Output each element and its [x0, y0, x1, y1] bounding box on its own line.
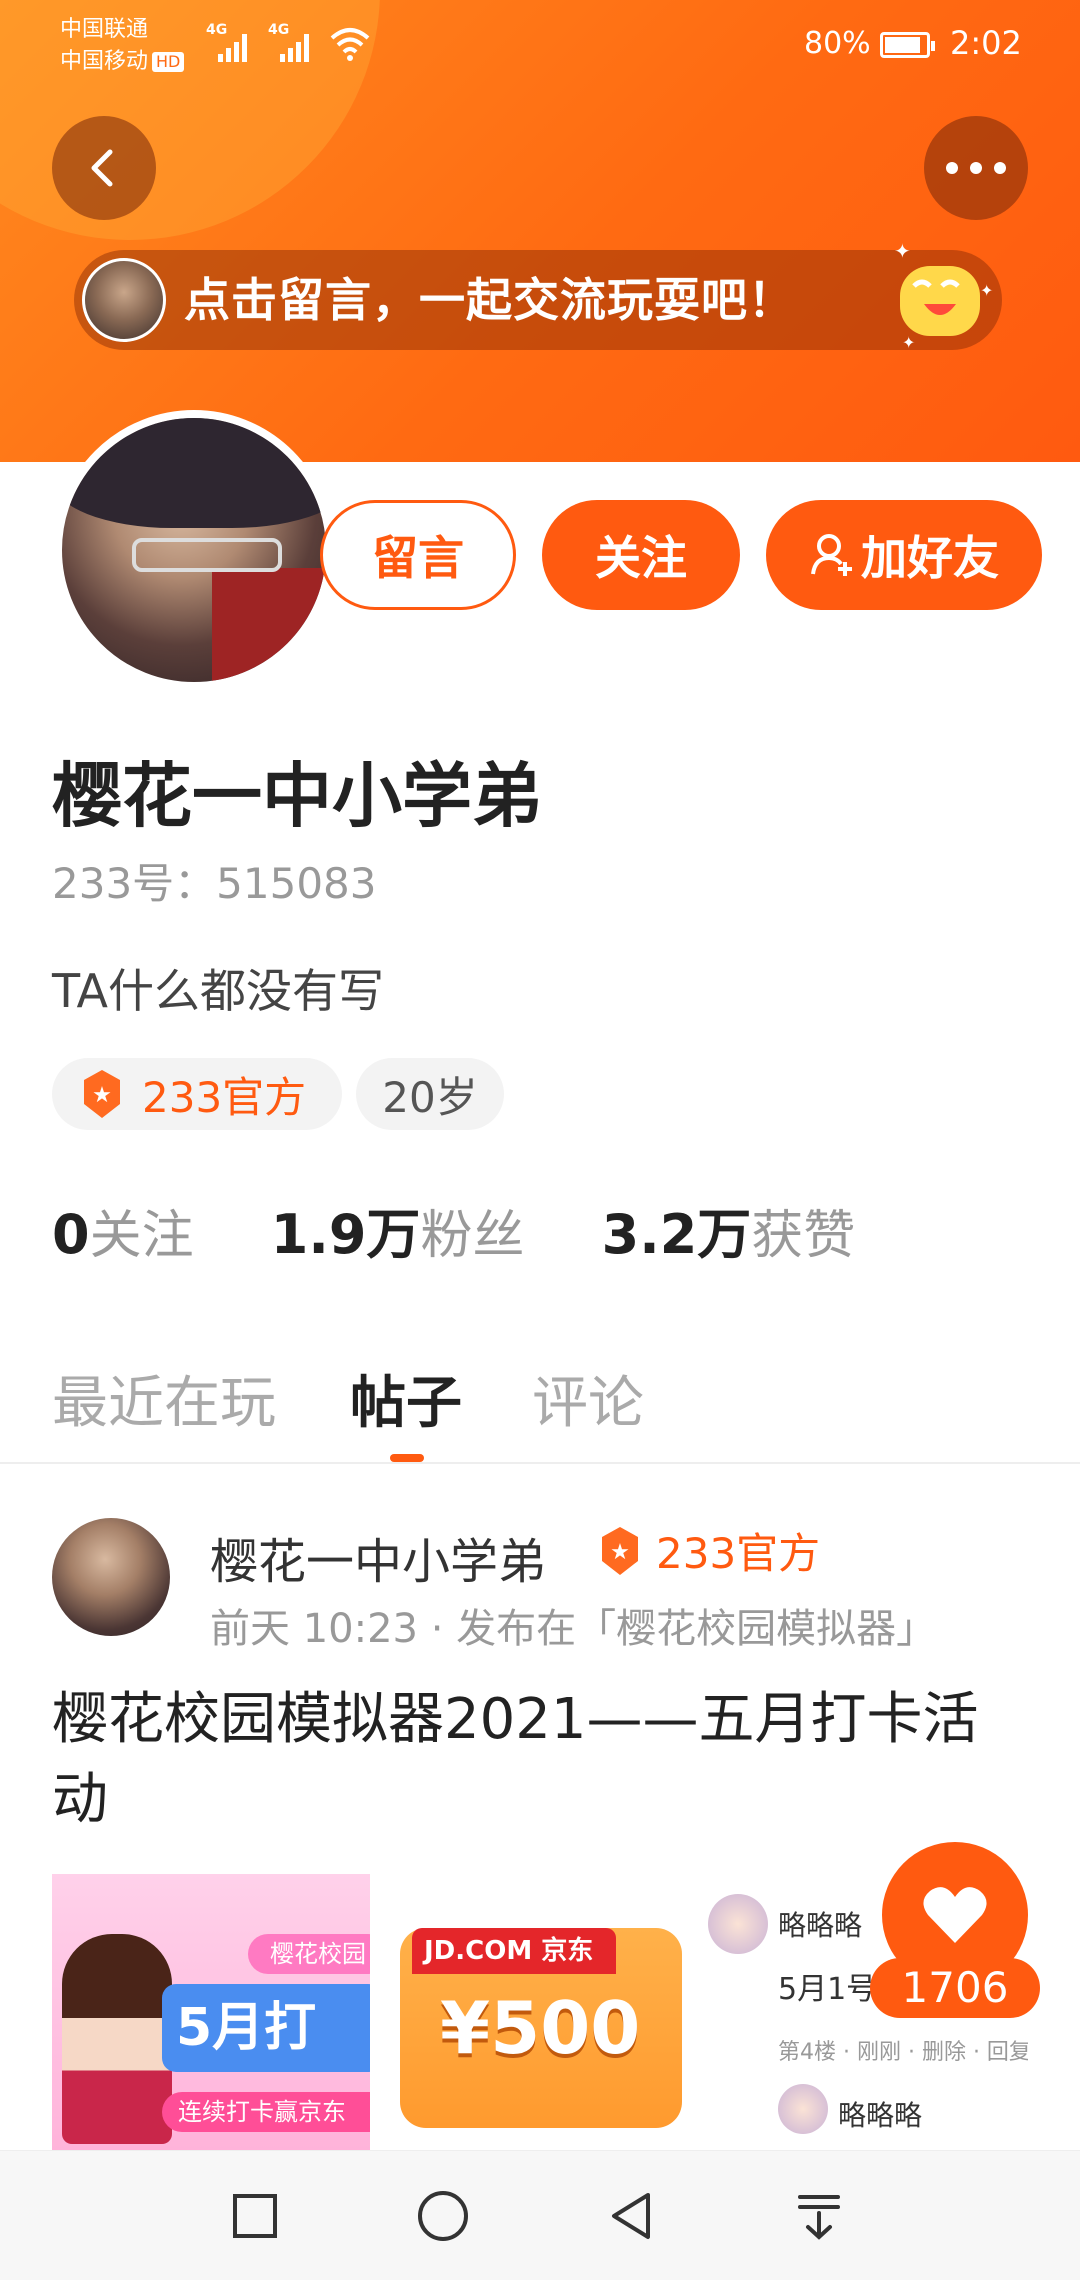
comment-info: 第4楼 · 刚刚 · 删除 · 回复 — [778, 2040, 1028, 2065]
add-user-icon — [811, 534, 852, 576]
profile-stats: 0关注 1.9万粉丝 3.2万获赞 — [52, 1190, 915, 1269]
message-prompt-text: 点击留言，一起交流玩耍吧！ — [184, 273, 795, 327]
system-navigation-bar — [0, 2150, 1080, 2280]
svg-text:✦: ✦ — [902, 333, 915, 352]
tab-active-indicator — [390, 1454, 424, 1462]
leave-message-button[interactable]: 留言 — [320, 500, 516, 610]
status-bar: 中国联通 中国移动 HD 4G 4G 80% 2:02 — [0, 0, 1080, 90]
following-label: 关注 — [89, 1206, 194, 1266]
svg-text:★: ★ — [92, 1083, 112, 1108]
post-author-avatar[interactable] — [52, 1518, 170, 1636]
likes-count: 3.2万 — [601, 1203, 752, 1266]
user-id: 233号：515083 — [52, 859, 377, 908]
fans-label: 粉丝 — [420, 1206, 525, 1266]
thumb1-ribbon: 樱花校园 — [248, 1934, 370, 1974]
profile-avatar[interactable] — [54, 410, 334, 690]
tab-comments[interactable]: 评论 — [532, 1358, 644, 1439]
following-stat[interactable]: 0关注 — [52, 1193, 194, 1268]
back-button[interactable] — [52, 116, 156, 220]
tab-posts[interactable]: 帖子 — [350, 1358, 462, 1439]
fans-stat[interactable]: 1.9万粉丝 — [271, 1190, 525, 1269]
comment-line-1: 5月1号 — [778, 1972, 877, 2007]
hd-badge: HD — [152, 52, 185, 72]
recents-button[interactable] — [220, 2181, 290, 2251]
official-tag-label: 233官方 — [142, 1072, 307, 1122]
avatar — [778, 2084, 828, 2134]
follow-button[interactable]: 关注 — [542, 500, 740, 610]
fans-count: 1.9万 — [270, 1203, 421, 1266]
likes-stat[interactable]: 3.2万获赞 — [602, 1190, 856, 1269]
profile-username: 樱花一中小学弟 — [52, 755, 542, 837]
official-tag: ★ 233官方 — [52, 1058, 342, 1130]
post-image-2[interactable]: JD.COM 京东 ¥500 — [388, 1874, 700, 2150]
thumb1-subline: 连续打卡赢京东 — [162, 2092, 370, 2132]
home-button[interactable] — [408, 2181, 478, 2251]
official-badge-icon: ★ — [84, 1070, 120, 1118]
chevron-left-icon — [91, 149, 113, 187]
post-author-name[interactable]: 樱花一中小学弟 — [210, 1522, 546, 1592]
carrier-info: 中国联通 中国移动 HD — [60, 14, 185, 78]
profile-tabs: 最近在玩 帖子 评论 — [0, 1340, 1080, 1464]
age-tag: 20岁 — [356, 1058, 504, 1130]
battery-icon — [880, 32, 935, 58]
official-badge-icon: ★ — [602, 1526, 638, 1575]
clock: 2:02 — [950, 24, 1022, 62]
comment-user-2: 略略略 — [838, 2099, 923, 2132]
heart-icon — [923, 1887, 987, 1943]
user-bio: TA什么都没有写 — [52, 964, 384, 1018]
carrier-2: 中国移动 — [60, 49, 149, 74]
post-meta: 前天 10:23 · 发布在「樱花校园模拟器」 — [210, 1606, 937, 1652]
post-title[interactable]: 樱花校园模拟器2021——五月打卡活动 — [52, 1680, 1032, 1840]
coupon-amount: ¥500 — [440, 1986, 641, 2070]
thumb1-headline: 5月打 — [162, 1984, 370, 2072]
notification-pull-button[interactable] — [784, 2181, 854, 2251]
emoji-sticker-icon: ✦ ✦ ✦ — [894, 239, 993, 352]
triangle-back-icon — [612, 2193, 650, 2239]
carrier-1: 中国联通 — [60, 17, 149, 42]
svg-text:✦: ✦ — [894, 239, 911, 263]
following-count: 0 — [52, 1203, 90, 1266]
battery-fill — [885, 37, 921, 53]
more-dots-icon — [946, 162, 1006, 174]
post-official-badge: ★ 233官方 — [594, 1520, 820, 1581]
circle-icon — [418, 2191, 468, 2241]
svg-text:✦: ✦ — [980, 281, 993, 300]
svg-text:★: ★ — [610, 1540, 630, 1565]
post-badge-label: 233官方 — [656, 1529, 821, 1578]
more-button[interactable] — [924, 116, 1028, 220]
tab-recent-played[interactable]: 最近在玩 — [52, 1358, 276, 1439]
jd-brand-label: JD.COM 京东 — [412, 1928, 616, 1974]
comment-user-1: 略略略 — [778, 1909, 863, 1942]
wifi-icon — [330, 28, 370, 61]
add-friend-button[interactable]: 加好友 — [766, 500, 1042, 610]
post-image-1[interactable]: 樱花校园 5月打 连续打卡赢京东 — [52, 1874, 370, 2150]
profile-header-banner: 中国联通 中国移动 HD 4G 4G 80% 2:02 点击留言，一起交流玩耍吧… — [0, 0, 1080, 462]
back-nav-button[interactable] — [596, 2181, 666, 2251]
likes-label: 获赞 — [751, 1206, 856, 1266]
avatar — [82, 258, 166, 342]
add-friend-label: 加好友 — [861, 531, 999, 585]
pull-down-icon — [798, 2195, 840, 2240]
square-icon — [233, 2194, 277, 2238]
battery-percent: 80% — [804, 26, 871, 61]
leave-message-prompt[interactable]: 点击留言，一起交流玩耍吧！ — [74, 250, 1002, 350]
like-count: 1706 — [870, 1958, 1040, 2018]
avatar — [708, 1894, 768, 1954]
